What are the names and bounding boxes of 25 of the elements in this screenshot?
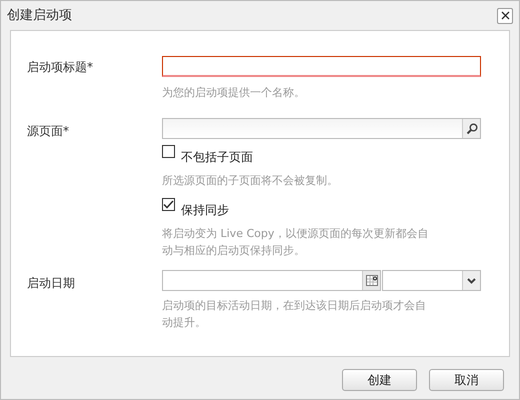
field-label: 启动日期 [27,275,76,292]
field-label: 启动项标题* [27,59,94,76]
dialog-button[interactable]: 取消 [429,369,504,391]
hint-text: 将启动变为 Live Copy，以便源页面的每次更新都会自动与相应的启动页保持同步。 [162,226,430,259]
calendar-button[interactable] [362,271,380,290]
field-label: 源页面* [27,123,70,140]
close-button[interactable] [497,8,513,24]
window-title: 创建启动项 [7,6,72,25]
search-field[interactable] [162,118,481,139]
search-button[interactable] [462,119,480,138]
input-field[interactable] [162,56,481,77]
close-icon [500,11,510,20]
search-icon [466,122,478,134]
date-field[interactable] [162,270,381,291]
hint-text: 所选源页面的子页面将不会被复制。 [162,173,339,189]
checkbox-label: 保持同步 [181,202,229,219]
check-icon [163,200,174,209]
hint-text: 启动项的目标活动日期，在到达该日期后启动项才会自动提升。 [162,298,427,331]
caret-icon [467,278,476,284]
dialog-button[interactable]: 创建 [342,369,417,391]
calendar-icon [366,275,378,286]
checkbox[interactable] [162,145,175,158]
checkbox-label: 不包括子页面 [181,149,253,166]
hint-text: 为您的启动项提供一个名称。 [162,85,306,101]
checkbox[interactable] [162,198,175,211]
